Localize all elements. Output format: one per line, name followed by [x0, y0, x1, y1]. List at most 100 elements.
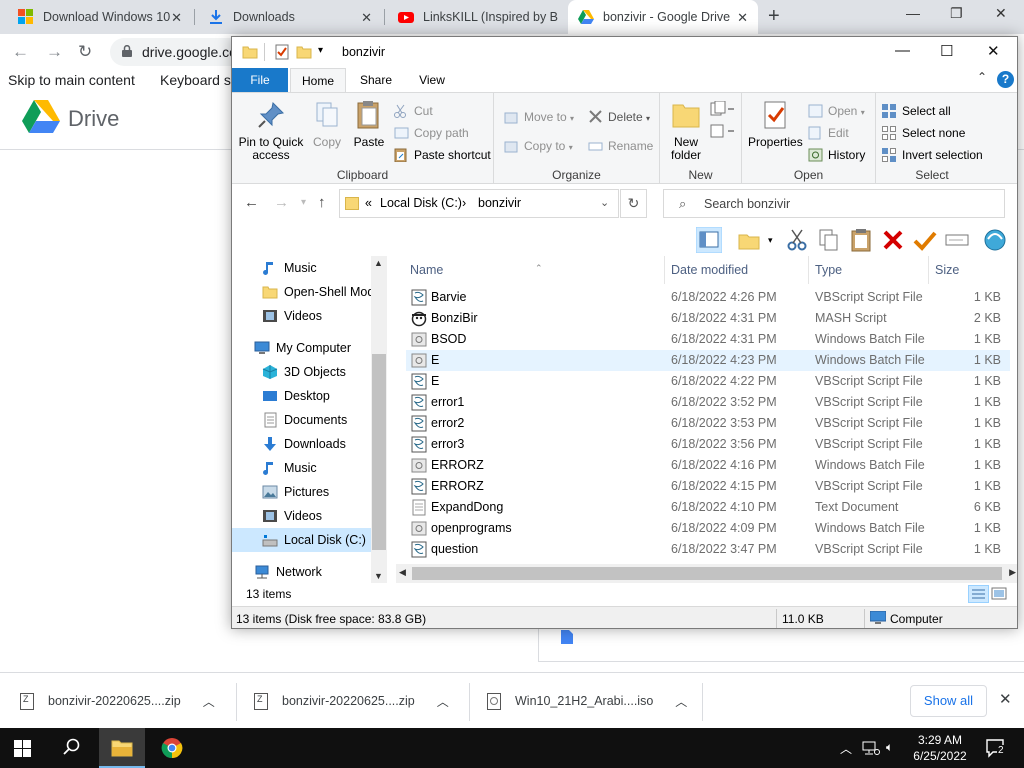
maximize-icon[interactable]: ☐ [940, 42, 953, 60]
tab-download-windows[interactable]: Download Windows 10 ✕ [8, 0, 192, 34]
minimize-icon[interactable]: — [895, 42, 910, 59]
folder-up-icon[interactable] [736, 227, 762, 253]
history-button[interactable]: History [808, 145, 865, 165]
clock[interactable]: 3:29 AM 6/25/2022 [902, 732, 978, 764]
skip-to-main-link[interactable]: Skip to main content [8, 72, 135, 88]
address-dropdown-icon[interactable]: ⌄ [600, 196, 609, 209]
copy-button[interactable]: Copy [308, 99, 346, 149]
file-row[interactable]: ERRORZ 6/18/2022 4:16 PM Windows Batch F… [406, 455, 1010, 476]
file-list-hscrollbar[interactable]: ◀ ▶ [396, 564, 1017, 583]
delete-button[interactable]: Delete ▾ [588, 107, 650, 127]
download-item[interactable]: Z bonzivir-20220625....zip ︿ [20, 689, 215, 713]
file-row[interactable]: ERRORZ 6/18/2022 4:15 PM VBScript Script… [406, 476, 1010, 497]
copy-path-button[interactable]: Copy path [394, 123, 469, 143]
select-none-button[interactable]: Select none [882, 123, 965, 143]
scroll-thumb[interactable] [372, 354, 386, 550]
notifications-icon[interactable]: 2 [985, 738, 1007, 758]
new-item-icon[interactable] [710, 101, 734, 117]
up-arrow-icon[interactable]: ↑ [318, 194, 326, 211]
chrome-taskbar-icon[interactable] [149, 728, 195, 768]
nav-item-videos[interactable]: Videos [262, 304, 372, 328]
file-row[interactable]: BonziBir 6/18/2022 4:31 PM MASH Script 2… [406, 308, 1010, 329]
reload-icon[interactable]: ↻ [78, 42, 92, 62]
minimize-icon[interactable]: — [906, 5, 920, 21]
close-tab-icon[interactable]: ✕ [737, 10, 748, 26]
column-name[interactable]: Name ⌃ [404, 256, 658, 284]
file-row[interactable]: openprograms 6/18/2022 4:09 PM Windows B… [406, 518, 1010, 539]
network-tray-icon[interactable] [862, 740, 880, 756]
easy-access-icon[interactable] [710, 123, 734, 139]
open-shell-icon[interactable] [982, 227, 1008, 253]
back-icon[interactable]: ← [12, 42, 29, 62]
nav-item-open-shell[interactable]: Open-Shell Mod [262, 280, 374, 304]
back-arrow-icon[interactable]: ← [244, 194, 259, 211]
help-icon[interactable]: ? [997, 71, 1014, 88]
show-all-button[interactable]: Show all [910, 685, 987, 717]
scissors-icon[interactable] [784, 227, 810, 253]
tab-file[interactable]: File [232, 68, 288, 92]
restore-icon[interactable]: ❐ [950, 5, 963, 22]
select-all-button[interactable]: Select all [882, 101, 951, 121]
properties-button[interactable]: Properties [748, 99, 803, 149]
file-row[interactable]: ExpandDong 6/18/2022 4:10 PM Text Docume… [406, 497, 1010, 518]
rename-field-icon[interactable] [944, 227, 970, 253]
search-input[interactable]: ⌕ Search bonzivir [663, 189, 1005, 218]
close-tab-icon[interactable]: ✕ [171, 10, 182, 26]
paste-icon[interactable] [848, 227, 874, 253]
breadcrumb-drive[interactable]: Local Disk (C:) [380, 196, 462, 210]
scroll-thumb[interactable] [412, 567, 1002, 580]
scroll-left-icon[interactable]: ◀ [399, 567, 406, 578]
file-row[interactable]: error3 6/18/2022 3:56 PM VBScript Script… [406, 434, 1010, 455]
tab-home[interactable]: Home [290, 68, 346, 92]
file-row-hovered[interactable]: E 6/18/2022 4:23 PM Windows Batch File 1… [406, 350, 1010, 371]
properties-check-icon[interactable] [274, 44, 290, 60]
volume-icon[interactable]: 🔈︎ [886, 740, 893, 755]
tab-share[interactable]: Share [356, 68, 396, 92]
pin-quick-access-button[interactable]: Pin to Quick access [238, 99, 304, 162]
file-explorer-taskbar-icon[interactable] [99, 728, 145, 768]
paste-shortcut-button[interactable]: Paste shortcut [394, 145, 491, 165]
checkmark-icon[interactable] [912, 227, 938, 253]
file-row[interactable]: E 6/18/2022 4:22 PM VBScript Script File… [406, 371, 1010, 392]
paste-button[interactable]: Paste [350, 99, 388, 149]
nav-item-videos-2[interactable]: Videos [262, 504, 372, 528]
nav-item-3d-objects[interactable]: 3D Objects [262, 360, 372, 384]
breadcrumb-separator[interactable]: › [462, 196, 466, 210]
navigation-pane-icon[interactable] [696, 227, 722, 253]
scroll-up-icon[interactable]: ▲ [374, 258, 383, 268]
column-size[interactable]: Size [928, 256, 1008, 284]
nav-item-downloads[interactable]: Downloads [262, 432, 372, 456]
nav-item-desktop[interactable]: Desktop [262, 384, 372, 408]
file-row[interactable]: Barvie 6/18/2022 4:26 PM VBScript Script… [406, 287, 1010, 308]
nav-item-my-computer[interactable]: My Computer [254, 336, 372, 360]
tab-google-drive[interactable]: bonzivir - Google Drive ✕ [568, 0, 758, 34]
forward-arrow-icon[interactable]: → [274, 194, 289, 211]
close-downloads-icon[interactable]: ✕ [999, 690, 1012, 708]
folder-dropdown-icon[interactable]: ▾ [768, 235, 773, 246]
column-type[interactable]: Type [808, 256, 928, 284]
close-tab-icon[interactable]: ✕ [361, 10, 372, 26]
close-icon[interactable]: ✕ [987, 42, 1000, 60]
tab-view[interactable]: View [414, 68, 450, 92]
details-view-icon[interactable] [968, 585, 989, 603]
show-hidden-icons-icon[interactable]: ︿ [840, 740, 852, 757]
scroll-down-icon[interactable]: ▼ [374, 571, 383, 581]
cut-button[interactable]: Cut [394, 101, 433, 121]
search-icon[interactable] [62, 737, 82, 757]
column-date[interactable]: Date modified [664, 256, 808, 284]
download-item[interactable]: Win10_21H2_Arabi....iso ︿ [487, 689, 687, 713]
customize-qa-icon[interactable]: ▾ [318, 45, 323, 56]
copy-to-button[interactable]: Copy to ▾ [504, 136, 573, 156]
copy-icon[interactable] [816, 227, 842, 253]
chevron-up-icon[interactable]: ︿ [437, 693, 449, 710]
new-tab-icon[interactable]: + [768, 5, 780, 28]
tab-linkskill[interactable]: LinksKILL (Inspired by B [388, 0, 568, 34]
file-row[interactable]: error2 6/18/2022 3:53 PM VBScript Script… [406, 413, 1010, 434]
breadcrumb-folder[interactable]: bonzivir [478, 196, 521, 210]
tab-downloads[interactable]: Downloads ✕ [198, 0, 382, 34]
forward-icon[interactable]: → [46, 42, 63, 62]
refresh-icon[interactable]: ↻ [620, 189, 647, 218]
new-folder-qa-icon[interactable] [296, 44, 312, 60]
nav-item-music[interactable]: Music [262, 256, 372, 280]
file-row[interactable]: question 6/18/2022 3:47 PM VBScript Scri… [406, 539, 1010, 560]
